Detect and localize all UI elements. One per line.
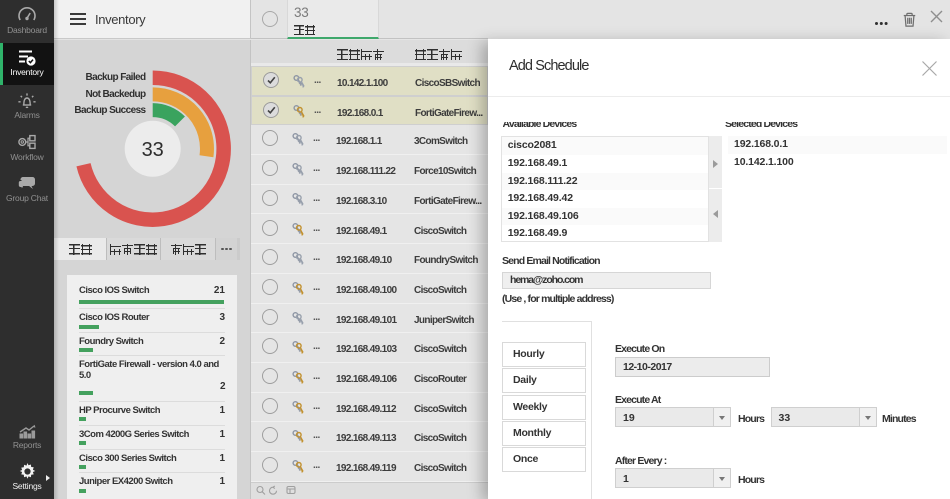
svg-text:33: 33 — [142, 139, 164, 161]
